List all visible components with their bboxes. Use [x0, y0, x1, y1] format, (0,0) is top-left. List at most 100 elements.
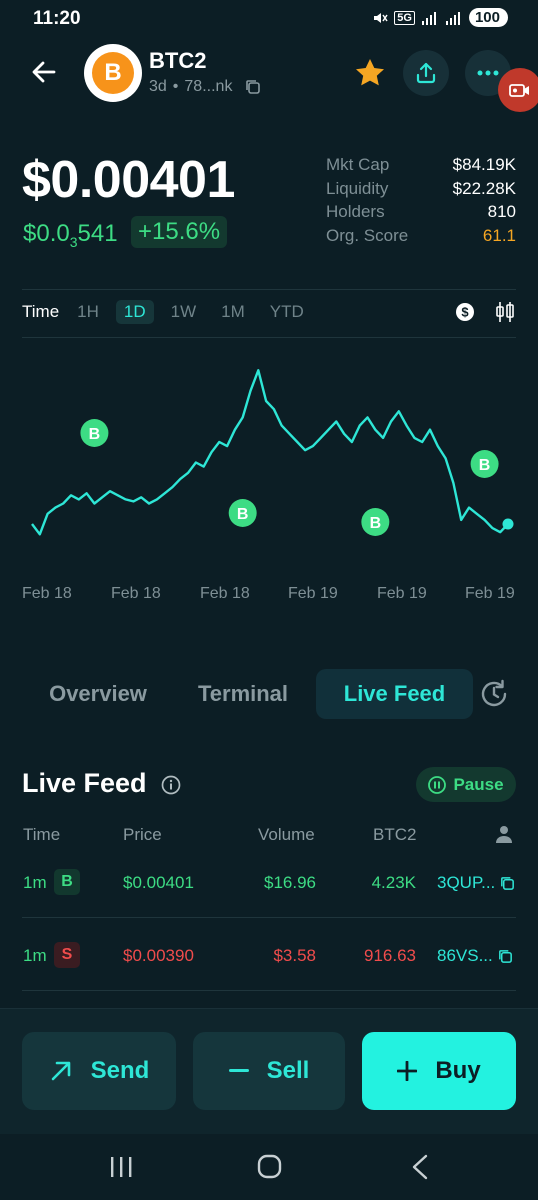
favorite-button[interactable]	[353, 56, 387, 90]
bitcoin-symbol: B	[104, 59, 122, 86]
sell-button[interactable]: Sell	[193, 1032, 345, 1110]
back-arrow-icon	[32, 61, 56, 83]
stat-value: 810	[487, 202, 516, 221]
recents-icon	[111, 1157, 132, 1177]
buy-marker-label: B	[370, 515, 382, 532]
time-tabs-label: Time	[22, 302, 60, 321]
more-icon	[477, 70, 499, 76]
stat-label: Mkt Cap	[326, 155, 390, 174]
star-icon	[356, 59, 384, 86]
trade-time: 1m	[23, 873, 47, 892]
table-row[interactable]: 1m S $0.00390 $3.58 916.63 86VS...	[0, 931, 538, 979]
share-button[interactable]	[403, 50, 449, 96]
trade-volume: $16.96	[264, 873, 316, 892]
action-bar: Send Sell Buy	[0, 1008, 538, 1134]
column-header-time: Time	[23, 825, 61, 844]
stat-label: Org. Score	[326, 225, 409, 245]
trader-address[interactable]: 86VS...	[437, 946, 514, 966]
network-label: 5G	[394, 10, 415, 25]
current-price-dot	[502, 518, 514, 530]
status-icons: 5G 100	[372, 8, 508, 27]
battery-level: 100	[474, 9, 500, 26]
tab-1w[interactable]: 1W	[163, 300, 205, 324]
home-button[interactable]	[255, 1153, 285, 1181]
recent-apps-button[interactable]	[106, 1153, 136, 1181]
tab-1h[interactable]: 1H	[69, 300, 107, 324]
screen-record-icon	[509, 84, 529, 97]
home-icon	[257, 1154, 282, 1179]
x-tick-label: Feb 18	[22, 585, 72, 602]
stat-label: Holders	[326, 202, 385, 221]
column-header-volume: Volume	[258, 825, 315, 844]
tab-1d[interactable]: 1D	[115, 300, 154, 324]
stat-label: Liquidity	[326, 178, 389, 198]
x-tick-label: Feb 19	[465, 585, 515, 602]
buy-marker[interactable]: B	[361, 508, 390, 536]
price-precise-suffix: 541	[77, 220, 118, 247]
history-button[interactable]	[478, 678, 510, 710]
price-precise-prefix: $0.0	[23, 220, 70, 247]
arrow-up-right-icon	[51, 1061, 70, 1081]
info-button[interactable]	[161, 775, 181, 795]
dollar-icon: $	[456, 303, 474, 321]
candlestick-icon	[496, 302, 514, 322]
nav-back-button[interactable]	[405, 1153, 435, 1181]
buy-button[interactable]: Buy	[362, 1032, 516, 1110]
divider	[22, 337, 516, 338]
buy-marker[interactable]: B	[228, 499, 257, 527]
chevron-left-icon	[412, 1154, 428, 1180]
time-range-tabs: Time 1H 1D 1W 1M YTD	[22, 300, 321, 324]
buy-label: Buy	[435, 1057, 481, 1084]
tab-live-feed[interactable]: Live Feed	[316, 669, 473, 719]
signal-icon-2	[445, 11, 460, 25]
pause-icon	[428, 775, 447, 794]
status-time: 11:20	[33, 8, 81, 29]
trader-address-text: 3QUP...	[437, 873, 496, 892]
price-chart[interactable]: B B B B	[22, 340, 520, 580]
table-row[interactable]: 1m B $0.00401 $16.96 4.23K 3QUP...	[0, 858, 538, 906]
screen-record-button[interactable]	[498, 68, 538, 112]
stat-value: 61.1	[482, 225, 516, 245]
price-zero-count: 3	[69, 233, 78, 250]
stat-org-score: Org. Score 61.1	[326, 226, 516, 250]
pause-button[interactable]: Pause	[416, 767, 516, 802]
buy-marker[interactable]: B	[80, 419, 109, 447]
plus-icon	[397, 1061, 418, 1081]
tab-ytd[interactable]: YTD	[262, 300, 312, 324]
stat-liquidity: Liquidity $22.28K	[326, 179, 516, 203]
tab-terminal[interactable]: Terminal	[174, 669, 312, 719]
copy-icon[interactable]	[497, 948, 514, 965]
trader-address[interactable]: 3QUP...	[437, 873, 516, 893]
buy-marker-label: B	[237, 506, 249, 523]
system-nav-bar	[0, 1134, 538, 1200]
current-price: $0.00401	[22, 151, 235, 209]
copy-icon[interactable]	[244, 78, 262, 96]
copy-icon[interactable]	[499, 875, 516, 892]
buy-marker[interactable]: B	[470, 450, 499, 478]
stat-holders: Holders 810	[326, 202, 516, 226]
trade-price: $0.00390	[123, 946, 194, 965]
minus-icon	[228, 1069, 249, 1072]
column-header-amount: BTC2	[373, 825, 417, 844]
token-stats: Mkt Cap $84.19K Liquidity $22.28K Holders 8…	[326, 155, 516, 249]
back-button[interactable]	[30, 58, 62, 88]
meta-separator: •	[172, 78, 179, 95]
trade-price: $0.00401	[123, 873, 194, 892]
token-age: 3d	[149, 78, 167, 95]
pause-label: Pause	[453, 774, 504, 794]
price-change-badge: +15.6%	[131, 216, 228, 248]
tab-1m[interactable]: 1M	[213, 300, 253, 324]
send-button[interactable]: Send	[22, 1032, 176, 1110]
user-icon	[496, 826, 512, 843]
history-icon	[481, 679, 507, 707]
sell-label: Sell	[266, 1057, 310, 1084]
token-avatar: B	[84, 44, 142, 102]
mute-icon	[374, 12, 388, 23]
x-tick-label: Feb 19	[288, 585, 338, 602]
tab-overview[interactable]: Overview	[22, 669, 174, 719]
send-label: Send	[90, 1057, 150, 1084]
chart-type-button[interactable]	[495, 301, 515, 323]
x-tick-label: Feb 18	[111, 585, 161, 602]
row-divider	[22, 917, 516, 918]
currency-toggle-button[interactable]: $	[455, 302, 475, 322]
